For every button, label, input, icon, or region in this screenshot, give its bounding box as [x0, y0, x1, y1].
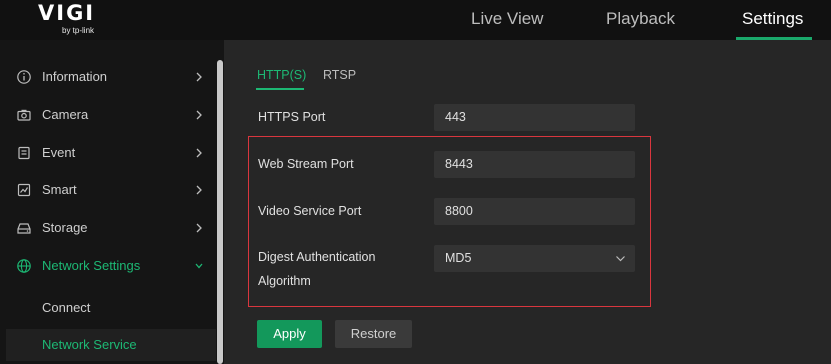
digest-auth-selected-value: MD5	[445, 251, 472, 265]
web-stream-port-label: Web Stream Port	[258, 157, 354, 171]
chevron-right-icon	[196, 72, 202, 82]
logo-text: VIGI	[38, 1, 96, 25]
chevron-right-icon	[196, 148, 202, 158]
sidebar-subitem-label: Network Service	[42, 337, 137, 352]
chevron-down-icon	[616, 256, 625, 262]
sidebar-item-label: Event	[42, 145, 76, 160]
sidebar-item-label: Camera	[42, 107, 89, 122]
sidebar-subitem-connect[interactable]: Connect	[6, 292, 216, 324]
chevron-right-icon	[196, 185, 202, 195]
event-icon	[18, 146, 30, 160]
sidebar-item-storage[interactable]: Storage	[0, 209, 216, 247]
chevron-down-icon	[195, 263, 203, 269]
video-service-port-input[interactable]: 8800	[434, 198, 635, 225]
tab-live-view[interactable]: Live View	[471, 9, 543, 29]
https-port-label: HTTPS Port	[258, 110, 326, 124]
info-icon	[17, 70, 31, 84]
sidebar-item-label: Smart	[42, 182, 77, 197]
sidebar-item-smart[interactable]: Smart	[0, 171, 216, 209]
web-stream-port-input[interactable]: 8443	[434, 151, 635, 178]
globe-icon	[17, 259, 31, 273]
chevron-right-icon	[196, 223, 202, 233]
sidebar-subitem-label: Connect	[42, 300, 91, 315]
settings-panel: HTTP(S) RTSP HTTPS Port 443 Web Stream P…	[224, 40, 831, 364]
logo-subtext: by tp-link	[62, 26, 95, 35]
apply-button[interactable]: Apply	[257, 320, 322, 348]
subtab-rtsp[interactable]: RTSP	[323, 67, 356, 83]
https-port-input[interactable]: 443	[434, 104, 635, 131]
tab-settings[interactable]: Settings	[742, 9, 803, 29]
sidebar-subitem-network-service[interactable]: Network Service	[6, 329, 216, 361]
tab-playback[interactable]: Playback	[606, 9, 675, 29]
sidebar-item-label: Information	[42, 69, 108, 84]
subtab-https[interactable]: HTTP(S)	[257, 67, 306, 83]
sidebar-scrollbar[interactable]	[217, 60, 223, 364]
sidebar-item-network-settings[interactable]: Network Settings	[0, 247, 216, 285]
sidebar-item-label: Network Settings	[42, 258, 141, 273]
digest-auth-select[interactable]: MD5	[434, 245, 635, 272]
active-subtab-indicator	[256, 88, 304, 90]
sidebar-item-event[interactable]: Event	[0, 134, 216, 172]
smart-icon	[17, 183, 31, 197]
restore-button[interactable]: Restore	[335, 320, 412, 348]
sidebar-item-camera[interactable]: Camera	[0, 96, 216, 134]
sidebar-item-label: Storage	[42, 220, 88, 235]
vigi-logo: VIGI by tp-link	[38, 2, 108, 36]
storage-icon	[17, 223, 31, 234]
digest-auth-label: Digest Authentication	[258, 250, 376, 264]
sidebar-item-information[interactable]: Information	[0, 58, 216, 96]
video-service-port-label: Video Service Port	[258, 204, 362, 218]
digest-auth-label-line2: Algorithm	[258, 274, 311, 288]
chevron-right-icon	[196, 110, 202, 120]
app-window: VIGI by tp-link Live View Playback Setti…	[0, 0, 831, 364]
sidebar: Information Camera Event Smart Storage N…	[0, 40, 224, 364]
camera-icon	[17, 109, 31, 121]
top-bar: VIGI by tp-link Live View Playback Setti…	[0, 0, 831, 40]
